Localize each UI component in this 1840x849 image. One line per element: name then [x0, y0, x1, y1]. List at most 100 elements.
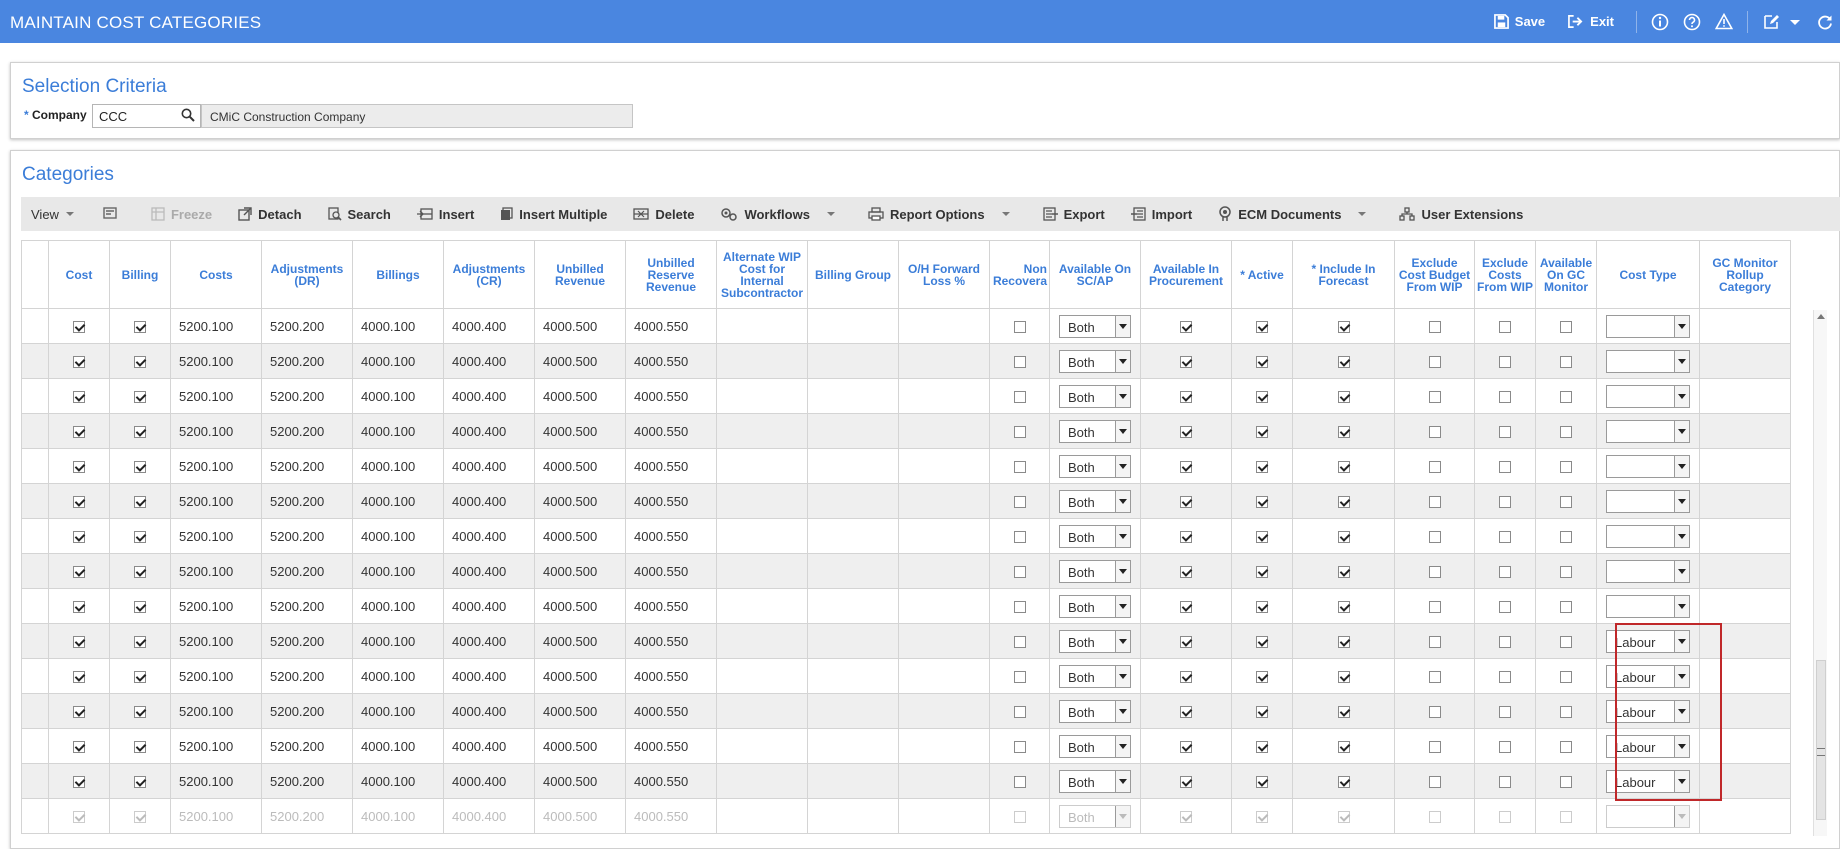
chevron-down-icon[interactable]	[1115, 350, 1130, 372]
cost-checkbox[interactable]	[73, 601, 85, 614]
unbilled-revenue-cell[interactable]: 4000.500	[534, 693, 626, 729]
gc-rollup-cell[interactable]	[1699, 798, 1791, 834]
unbilled-reserve-cell[interactable]: 4000.550	[625, 588, 717, 624]
forecast-checkbox[interactable]	[1337, 496, 1350, 509]
column-header-unbilled-revenue[interactable]: Unbilled Revenue	[534, 240, 626, 309]
oh-forward-loss-cell[interactable]	[898, 413, 990, 449]
exclude-costs-wip-checkbox[interactable]	[1499, 776, 1511, 789]
billings-cell[interactable]: 4000.100	[352, 413, 444, 449]
gc-monitor-checkbox[interactable]	[1560, 426, 1572, 439]
billing-checkbox[interactable]	[134, 566, 146, 579]
billing-group-cell[interactable]	[807, 553, 899, 589]
billing-checkbox[interactable]	[134, 671, 146, 684]
exclude-costs-wip-checkbox[interactable]	[1499, 496, 1511, 509]
table-row[interactable]: 5200.100 5200.200 4000.100 4000.400 4000.500…	[21, 483, 1791, 519]
cost-type-select[interactable]	[1606, 384, 1690, 408]
column-header-available-on-gc-monitor[interactable]: Available On GC Monitor	[1535, 240, 1597, 309]
costs-cell[interactable]: 5200.100	[170, 553, 262, 589]
non-recoverable-checkbox[interactable]	[1013, 636, 1026, 649]
unbilled-revenue-cell[interactable]: 4000.500	[534, 588, 626, 624]
active-checkbox[interactable]	[1256, 636, 1268, 649]
non-recoverable-checkbox[interactable]	[1013, 601, 1026, 614]
insert-multiple-button[interactable]: Insert Multiple	[500, 207, 607, 222]
gc-rollup-cell[interactable]	[1699, 413, 1791, 449]
oh-forward-loss-cell[interactable]	[898, 378, 990, 414]
billings-cell[interactable]: 4000.100	[352, 518, 444, 554]
exclude-costs-wip-checkbox[interactable]	[1499, 566, 1511, 579]
company-search-button[interactable]	[181, 108, 195, 125]
cost-checkbox[interactable]	[73, 706, 85, 719]
alternate-wip-cell[interactable]	[716, 763, 808, 799]
gc-monitor-checkbox[interactable]	[1560, 321, 1572, 334]
gc-monitor-checkbox[interactable]	[1560, 356, 1572, 369]
chevron-down-icon[interactable]	[1115, 665, 1130, 687]
import-button[interactable]: Import	[1130, 207, 1192, 222]
procurement-checkbox[interactable]	[1180, 566, 1192, 579]
procurement-checkbox[interactable]	[1180, 671, 1192, 684]
row-selector-cell[interactable]	[21, 413, 49, 449]
unbilled-reserve-cell[interactable]: 4000.550	[625, 378, 717, 414]
gc-rollup-cell[interactable]	[1699, 553, 1791, 589]
billing-group-cell[interactable]	[807, 378, 899, 414]
exclude-costs-wip-checkbox[interactable]	[1499, 706, 1511, 719]
exclude-cost-budget-checkbox[interactable]	[1428, 356, 1441, 369]
active-checkbox[interactable]	[1256, 741, 1268, 754]
available-on-select[interactable]: Both	[1059, 804, 1131, 828]
procurement-checkbox[interactable]	[1180, 426, 1192, 439]
active-checkbox[interactable]	[1256, 496, 1268, 509]
adjustments-dr-cell[interactable]: 5200.200	[261, 378, 353, 414]
column-header-gc-monitor-rollup-category[interactable]: GC Monitor Rollup Category	[1699, 240, 1791, 309]
exclude-cost-budget-checkbox[interactable]	[1428, 496, 1441, 509]
billing-checkbox[interactable]	[134, 601, 146, 614]
available-on-select[interactable]: Both	[1059, 734, 1131, 758]
adjustments-dr-cell[interactable]: 5200.200	[261, 448, 353, 484]
table-row[interactable]: 5200.100 5200.200 4000.100 4000.400 4000.500…	[21, 448, 1791, 484]
exclude-cost-budget-checkbox[interactable]	[1428, 391, 1441, 404]
available-on-select[interactable]: Both	[1059, 489, 1131, 513]
save-button[interactable]: Save	[1493, 14, 1545, 29]
cost-type-select[interactable]: Labour	[1606, 629, 1690, 653]
billing-group-cell[interactable]	[807, 623, 899, 659]
adjustments-cr-cell[interactable]: 4000.400	[443, 413, 535, 449]
non-recoverable-checkbox[interactable]	[1013, 566, 1026, 579]
row-selector-cell[interactable]	[21, 308, 49, 344]
column-header-exclude-costs-from-wip[interactable]: Exclude Costs From WIP	[1474, 240, 1536, 309]
search-button[interactable]: Search	[327, 207, 391, 222]
billing-checkbox[interactable]	[134, 356, 146, 369]
billing-group-cell[interactable]	[807, 728, 899, 764]
cost-checkbox[interactable]	[73, 461, 85, 474]
alternate-wip-cell[interactable]	[716, 623, 808, 659]
billing-group-cell[interactable]	[807, 798, 899, 834]
gc-rollup-cell[interactable]	[1699, 763, 1791, 799]
billing-checkbox[interactable]	[134, 811, 146, 824]
chevron-down-icon[interactable]	[1674, 770, 1689, 792]
gc-rollup-cell[interactable]	[1699, 343, 1791, 379]
active-checkbox[interactable]	[1256, 356, 1268, 369]
chevron-down-icon[interactable]	[1674, 420, 1689, 442]
cost-type-select[interactable]: Labour	[1606, 699, 1690, 723]
format-button[interactable]	[103, 207, 125, 221]
costs-cell[interactable]: 5200.100	[170, 483, 262, 519]
exclude-cost-budget-checkbox[interactable]	[1428, 741, 1441, 754]
unbilled-revenue-cell[interactable]: 4000.500	[534, 623, 626, 659]
billing-group-cell[interactable]	[807, 343, 899, 379]
adjustments-cr-cell[interactable]: 4000.400	[443, 798, 535, 834]
gc-rollup-cell[interactable]	[1699, 588, 1791, 624]
column-header-non-recoverable[interactable]: Non Recovera	[989, 240, 1050, 309]
billing-group-cell[interactable]	[807, 483, 899, 519]
gc-rollup-cell[interactable]	[1699, 623, 1791, 659]
column-header-oh-forward-loss[interactable]: O/H Forward Loss %	[898, 240, 990, 309]
adjustments-cr-cell[interactable]: 4000.400	[443, 623, 535, 659]
procurement-checkbox[interactable]	[1180, 391, 1192, 404]
alternate-wip-cell[interactable]	[716, 448, 808, 484]
active-checkbox[interactable]	[1256, 601, 1268, 614]
unbilled-reserve-cell[interactable]: 4000.550	[625, 483, 717, 519]
vertical-scrollbar[interactable]	[1813, 310, 1827, 836]
gc-rollup-cell[interactable]	[1699, 308, 1791, 344]
costs-cell[interactable]: 5200.100	[170, 378, 262, 414]
chevron-down-icon[interactable]	[1115, 770, 1130, 792]
gc-monitor-checkbox[interactable]	[1560, 706, 1572, 719]
non-recoverable-checkbox[interactable]	[1013, 741, 1026, 754]
adjustments-cr-cell[interactable]: 4000.400	[443, 343, 535, 379]
chevron-down-icon[interactable]	[1115, 385, 1130, 407]
